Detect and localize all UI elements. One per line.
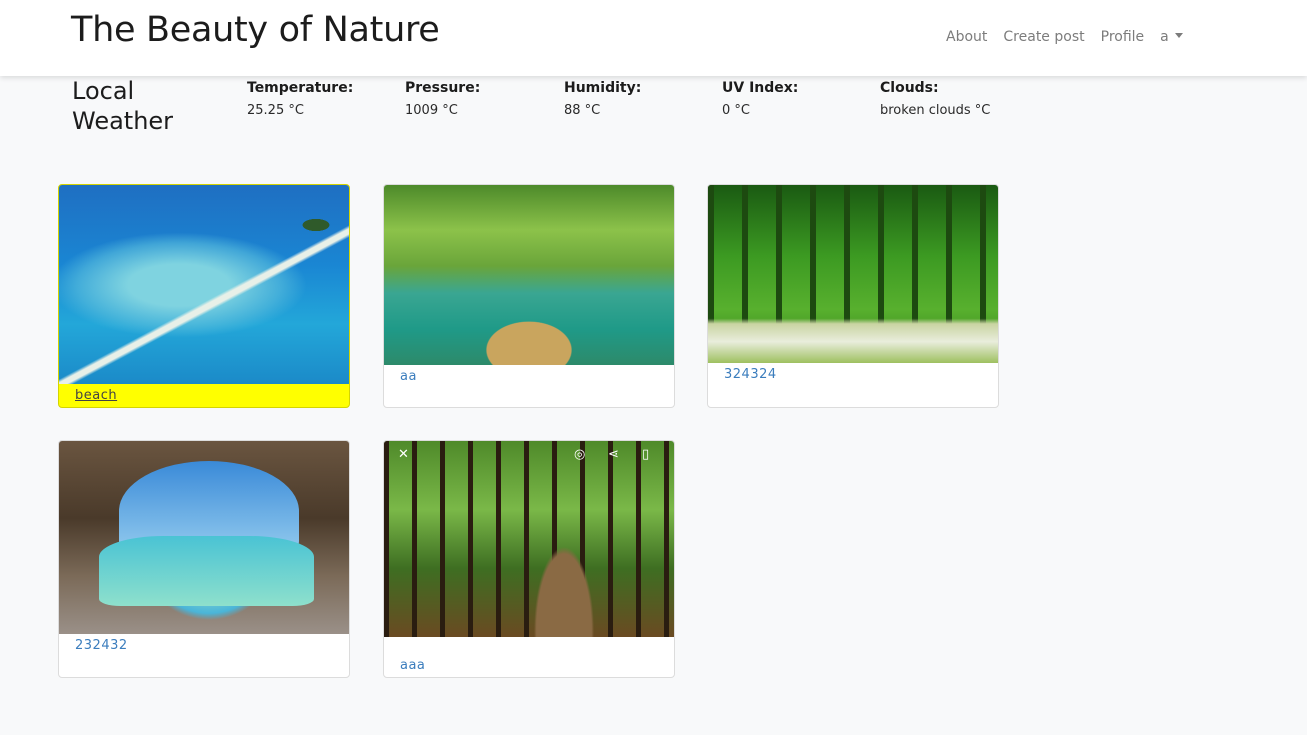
weather-value: 0 °C xyxy=(722,103,750,118)
share-icon: ⋖ xyxy=(608,447,619,462)
weather-label: UV Index: xyxy=(722,80,799,96)
weather-label: Humidity: xyxy=(564,80,642,96)
post-caption-link[interactable]: aa xyxy=(400,369,417,384)
post-caption-link[interactable]: 232432 xyxy=(75,638,128,653)
weather-value: 25.25 °C xyxy=(247,103,304,118)
weather-label: Clouds: xyxy=(880,80,939,96)
weather-value: 88 °C xyxy=(564,103,601,118)
nav-create-post-link[interactable]: Create post xyxy=(1003,29,1084,45)
post-card[interactable]: aa xyxy=(383,184,675,408)
weather-temperature: Temperature: 25.25 °C xyxy=(247,79,353,118)
bookmark-icon: ▯ xyxy=(642,447,650,462)
navbar: The Beauty of Nature About Create post P… xyxy=(0,0,1307,76)
post-card[interactable]: ✕ ◎ ⋖ ▯ aaa xyxy=(383,440,675,678)
user-menu-dropdown[interactable]: a xyxy=(1160,29,1183,45)
cave-sea xyxy=(99,536,314,606)
post-card[interactable]: beach xyxy=(58,184,350,408)
weather-clouds: Clouds: broken clouds °C xyxy=(880,79,990,118)
weather-value: 1009 °C xyxy=(405,103,458,118)
user-menu-label: a xyxy=(1160,29,1169,45)
nav-profile-link[interactable]: Profile xyxy=(1101,29,1145,45)
weather-title: Local Weather xyxy=(72,77,174,135)
post-caption-link[interactable]: aaa xyxy=(400,658,425,673)
weather-uv-index: UV Index: 0 °C xyxy=(722,79,798,118)
weather-humidity: Humidity: 88 °C xyxy=(564,79,641,118)
weather-label: Temperature: xyxy=(247,80,354,96)
post-image-sea-cave[interactable] xyxy=(59,441,349,634)
nav-about-link[interactable]: About xyxy=(946,29,987,45)
lens-icon: ◎ xyxy=(574,447,586,462)
post-image-forest-road[interactable]: ✕ ◎ ⋖ ▯ xyxy=(384,441,674,637)
close-icon: ✕ xyxy=(398,447,409,462)
post-caption-link[interactable]: 324324 xyxy=(724,367,777,382)
site-brand[interactable]: The Beauty of Nature xyxy=(71,10,440,50)
post-image-raft[interactable] xyxy=(384,185,674,365)
post-card[interactable]: 232432 xyxy=(58,440,350,678)
nav-links: About Create post Profile a xyxy=(946,29,1183,45)
weather-value: broken clouds °C xyxy=(880,103,991,118)
weather-label: Pressure: xyxy=(405,80,481,96)
caret-down-icon xyxy=(1174,33,1183,38)
post-caption-link[interactable]: beach xyxy=(75,388,117,403)
post-image-beach[interactable] xyxy=(59,185,349,384)
post-card[interactable]: 324324 xyxy=(707,184,999,408)
post-image-forest-path[interactable] xyxy=(708,185,998,363)
weather-pressure: Pressure: 1009 °C xyxy=(405,79,480,118)
